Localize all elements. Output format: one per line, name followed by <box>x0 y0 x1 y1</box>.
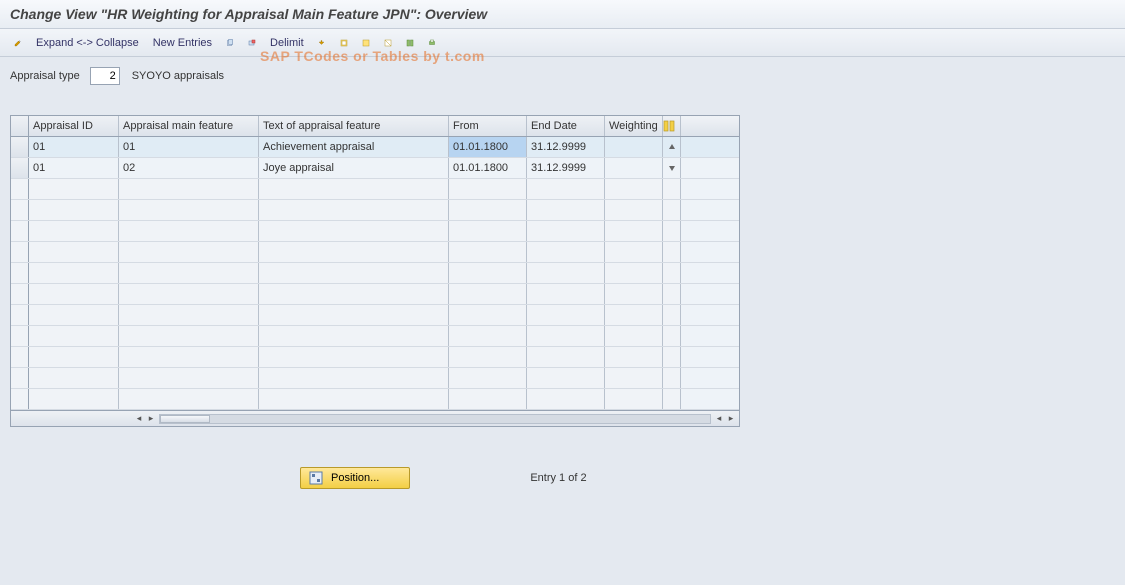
table-row[interactable]: 01 01 Achievement appraisal 01.01.1800 3… <box>11 137 739 158</box>
select-block-icon[interactable] <box>358 35 374 51</box>
cell-main-feature[interactable]: 01 <box>119 137 259 157</box>
expand-collapse-button[interactable]: Expand <-> Collapse <box>32 35 143 51</box>
scroll-up-icon[interactable] <box>663 137 681 157</box>
table-row[interactable] <box>11 368 739 389</box>
config-icon[interactable] <box>402 35 418 51</box>
data-table: Appraisal ID Appraisal main feature Text… <box>10 115 740 427</box>
cell-text[interactable]: Joye appraisal <box>259 158 449 178</box>
col-header-weighting[interactable]: Weighting <box>605 116 663 136</box>
scroll-right-last-icon[interactable]: ▸ <box>725 413 737 424</box>
row-selector[interactable] <box>11 158 29 178</box>
col-header-text[interactable]: Text of appraisal feature <box>259 116 449 136</box>
copy-icon[interactable] <box>222 35 238 51</box>
entry-count-text: Entry 1 of 2 <box>530 472 586 484</box>
print-icon[interactable] <box>424 35 440 51</box>
col-header-from[interactable]: From <box>449 116 527 136</box>
footer-row: Position... Entry 1 of 2 <box>10 467 1115 489</box>
table-row[interactable] <box>11 389 739 410</box>
cell-main-feature[interactable]: 02 <box>119 158 259 178</box>
deselect-all-icon[interactable] <box>380 35 396 51</box>
table-row[interactable] <box>11 305 739 326</box>
scroll-left-first-icon[interactable]: ◂ <box>133 413 145 424</box>
select-all-icon[interactable] <box>336 35 352 51</box>
col-header-appraisal-id[interactable]: Appraisal ID <box>29 116 119 136</box>
horizontal-scrollbar[interactable]: ◂ ▸ ◂ ▸ <box>11 410 739 426</box>
cell-appraisal-id[interactable]: 01 <box>29 137 119 157</box>
cell-from[interactable]: 01.01.1800 <box>449 158 527 178</box>
delimit-button[interactable]: Delimit <box>266 35 308 51</box>
filter-row: Appraisal type SYOYO appraisals <box>10 67 1115 85</box>
cell-weighting[interactable] <box>605 158 663 178</box>
cell-appraisal-id[interactable]: 01 <box>29 158 119 178</box>
appraisal-type-description: SYOYO appraisals <box>132 70 224 82</box>
table-settings-icon[interactable] <box>663 116 681 136</box>
position-button-label: Position... <box>331 472 379 484</box>
row-selector-header[interactable] <box>11 116 29 136</box>
table-body: 01 01 Achievement appraisal 01.01.1800 3… <box>11 137 739 410</box>
scroll-left-icon[interactable]: ▸ <box>145 413 157 424</box>
cell-from[interactable]: 01.01.1800 <box>449 137 527 157</box>
position-icon <box>309 471 323 485</box>
table-row[interactable] <box>11 242 739 263</box>
appraisal-type-input[interactable] <box>90 67 120 85</box>
cell-end[interactable]: 31.12.9999 <box>527 158 605 178</box>
col-header-end[interactable]: End Date <box>527 116 605 136</box>
scroll-right-icon[interactable]: ◂ <box>713 413 725 424</box>
table-header: Appraisal ID Appraisal main feature Text… <box>11 116 739 137</box>
table-row[interactable] <box>11 326 739 347</box>
scrollbar-thumb[interactable] <box>160 415 210 423</box>
appraisal-type-label: Appraisal type <box>10 70 80 82</box>
delete-icon[interactable] <box>244 35 260 51</box>
table-row[interactable] <box>11 284 739 305</box>
scroll-down-icon[interactable] <box>663 158 681 178</box>
cell-end[interactable]: 31.12.9999 <box>527 137 605 157</box>
content-area: Appraisal type SYOYO appraisals Appraisa… <box>0 57 1125 585</box>
undo-icon[interactable] <box>314 35 330 51</box>
cell-weighting[interactable] <box>605 137 663 157</box>
col-header-main-feature[interactable]: Appraisal main feature <box>119 116 259 136</box>
scrollbar-track[interactable] <box>159 414 711 424</box>
page-title: Change View "HR Weighting for Appraisal … <box>0 0 1125 29</box>
toggle-display-change-icon[interactable] <box>10 35 26 51</box>
table-row[interactable]: 01 02 Joye appraisal 01.01.1800 31.12.99… <box>11 158 739 179</box>
table-row[interactable] <box>11 263 739 284</box>
new-entries-button[interactable]: New Entries <box>149 35 216 51</box>
row-selector[interactable] <box>11 137 29 157</box>
table-row[interactable] <box>11 200 739 221</box>
position-button[interactable]: Position... <box>300 467 410 489</box>
toolbar: Expand <-> Collapse New Entries Delimit <box>0 29 1125 57</box>
table-row[interactable] <box>11 347 739 368</box>
table-row[interactable] <box>11 179 739 200</box>
cell-text[interactable]: Achievement appraisal <box>259 137 449 157</box>
table-row[interactable] <box>11 221 739 242</box>
